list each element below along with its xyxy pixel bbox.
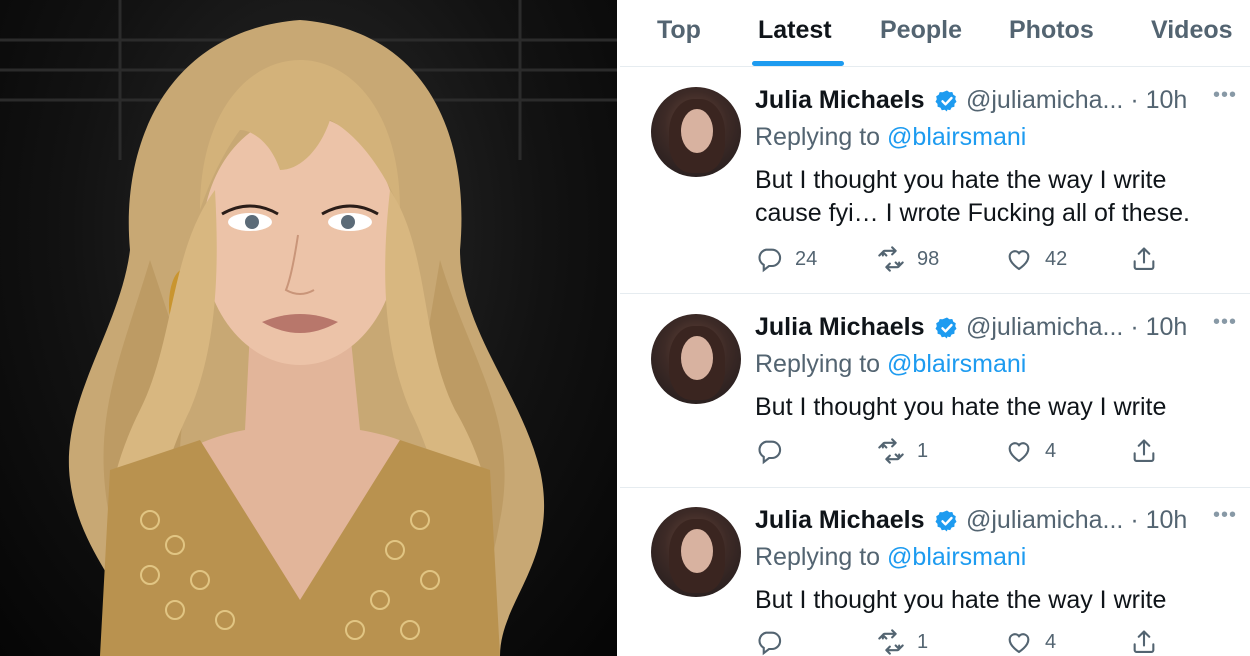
retweet-count: 98 bbox=[917, 247, 940, 270]
retweet-icon bbox=[878, 629, 904, 655]
tab-top[interactable]: Top bbox=[657, 16, 701, 45]
like-icon bbox=[1008, 250, 1030, 271]
like-icon bbox=[1008, 633, 1030, 654]
retweet-button[interactable]: 1 bbox=[877, 628, 928, 656]
tweet-handle-time[interactable]: @juliamicha... · 10h bbox=[966, 86, 1187, 115]
tweet-handle-time[interactable]: @juliamicha... · 10h bbox=[966, 506, 1187, 535]
share-icon bbox=[1133, 630, 1155, 653]
portrait-illustration bbox=[0, 0, 617, 656]
share-button[interactable] bbox=[1130, 628, 1158, 656]
replying-to: Replying to @blairsmani bbox=[755, 350, 1026, 379]
more-icon[interactable]: ••• bbox=[1213, 504, 1237, 527]
reply-count: 24 bbox=[795, 247, 818, 270]
tweet-text: But I thought you hate the way I write c… bbox=[755, 166, 1190, 227]
mention-link[interactable]: @blairsmani bbox=[887, 123, 1026, 151]
like-button[interactable]: 4 bbox=[1005, 437, 1056, 465]
more-icon[interactable]: ••• bbox=[1213, 311, 1237, 334]
like-count: 4 bbox=[1045, 439, 1057, 462]
replying-to: Replying to @blairsmani bbox=[755, 543, 1026, 572]
reply-icon bbox=[758, 248, 782, 273]
retweet-count: 1 bbox=[917, 630, 929, 653]
avatar[interactable] bbox=[651, 507, 741, 597]
tab-people[interactable]: People bbox=[880, 16, 962, 45]
reply-button[interactable] bbox=[755, 437, 795, 465]
retweet-button[interactable]: 1 bbox=[877, 437, 928, 465]
reply-icon bbox=[758, 440, 782, 465]
like-button[interactable]: 42 bbox=[1005, 245, 1067, 273]
share-button[interactable] bbox=[1130, 245, 1158, 273]
tweet-author-name[interactable]: Julia Michaels bbox=[755, 313, 925, 342]
verified-badge-icon bbox=[935, 317, 957, 339]
tab-photos[interactable]: Photos bbox=[1009, 16, 1094, 45]
avatar[interactable] bbox=[651, 314, 741, 404]
replying-to-prefix: Replying to bbox=[755, 350, 888, 378]
verified-badge-icon bbox=[935, 510, 957, 532]
mention-link[interactable]: @blairsmani bbox=[887, 350, 1026, 378]
tweet[interactable]: Julia Michaels @juliamicha... · 10h ••• … bbox=[620, 67, 1250, 294]
verified-badge-icon bbox=[935, 90, 957, 112]
tweet[interactable]: Julia Michaels @juliamicha... · 10h ••• … bbox=[620, 294, 1250, 488]
reply-icon bbox=[758, 631, 782, 656]
tweet-author-name[interactable]: Julia Michaels bbox=[755, 86, 925, 115]
tweet-text: But I thought you hate the way I write bbox=[755, 586, 1167, 614]
search-tabs: Top Latest People Photos Videos bbox=[620, 0, 1250, 67]
tweet-handle-time[interactable]: @juliamicha... · 10h bbox=[966, 313, 1187, 342]
retweet-icon bbox=[878, 438, 904, 464]
tweet-text: But I thought you hate the way I write bbox=[755, 393, 1167, 421]
like-count: 4 bbox=[1045, 630, 1057, 653]
twitter-search-panel: Top Latest People Photos Videos Julia Mi… bbox=[620, 0, 1250, 656]
tab-videos[interactable]: Videos bbox=[1151, 16, 1233, 45]
share-icon bbox=[1133, 247, 1155, 270]
like-icon bbox=[1008, 442, 1030, 463]
retweet-count: 1 bbox=[917, 439, 929, 462]
replying-to-prefix: Replying to bbox=[755, 543, 888, 571]
active-tab-indicator bbox=[752, 61, 844, 66]
retweet-button[interactable]: 98 bbox=[877, 245, 939, 273]
mention-link[interactable]: @blairsmani bbox=[887, 543, 1026, 571]
replying-to: Replying to @blairsmani bbox=[755, 123, 1026, 152]
tweet[interactable]: Julia Michaels @juliamicha... · 10h ••• … bbox=[620, 488, 1250, 656]
tab-latest[interactable]: Latest bbox=[758, 16, 832, 45]
retweet-icon bbox=[878, 246, 904, 272]
share-icon bbox=[1133, 439, 1155, 462]
reply-button[interactable]: 24 bbox=[755, 245, 817, 273]
share-button[interactable] bbox=[1130, 437, 1158, 465]
more-icon[interactable]: ••• bbox=[1213, 84, 1237, 107]
tweet-author-name[interactable]: Julia Michaels bbox=[755, 506, 925, 535]
replying-to-prefix: Replying to bbox=[755, 123, 888, 151]
avatar[interactable] bbox=[651, 87, 741, 177]
like-button[interactable]: 4 bbox=[1005, 628, 1056, 656]
like-count: 42 bbox=[1045, 247, 1068, 270]
portrait-photo bbox=[0, 0, 617, 656]
reply-button[interactable] bbox=[755, 628, 795, 656]
